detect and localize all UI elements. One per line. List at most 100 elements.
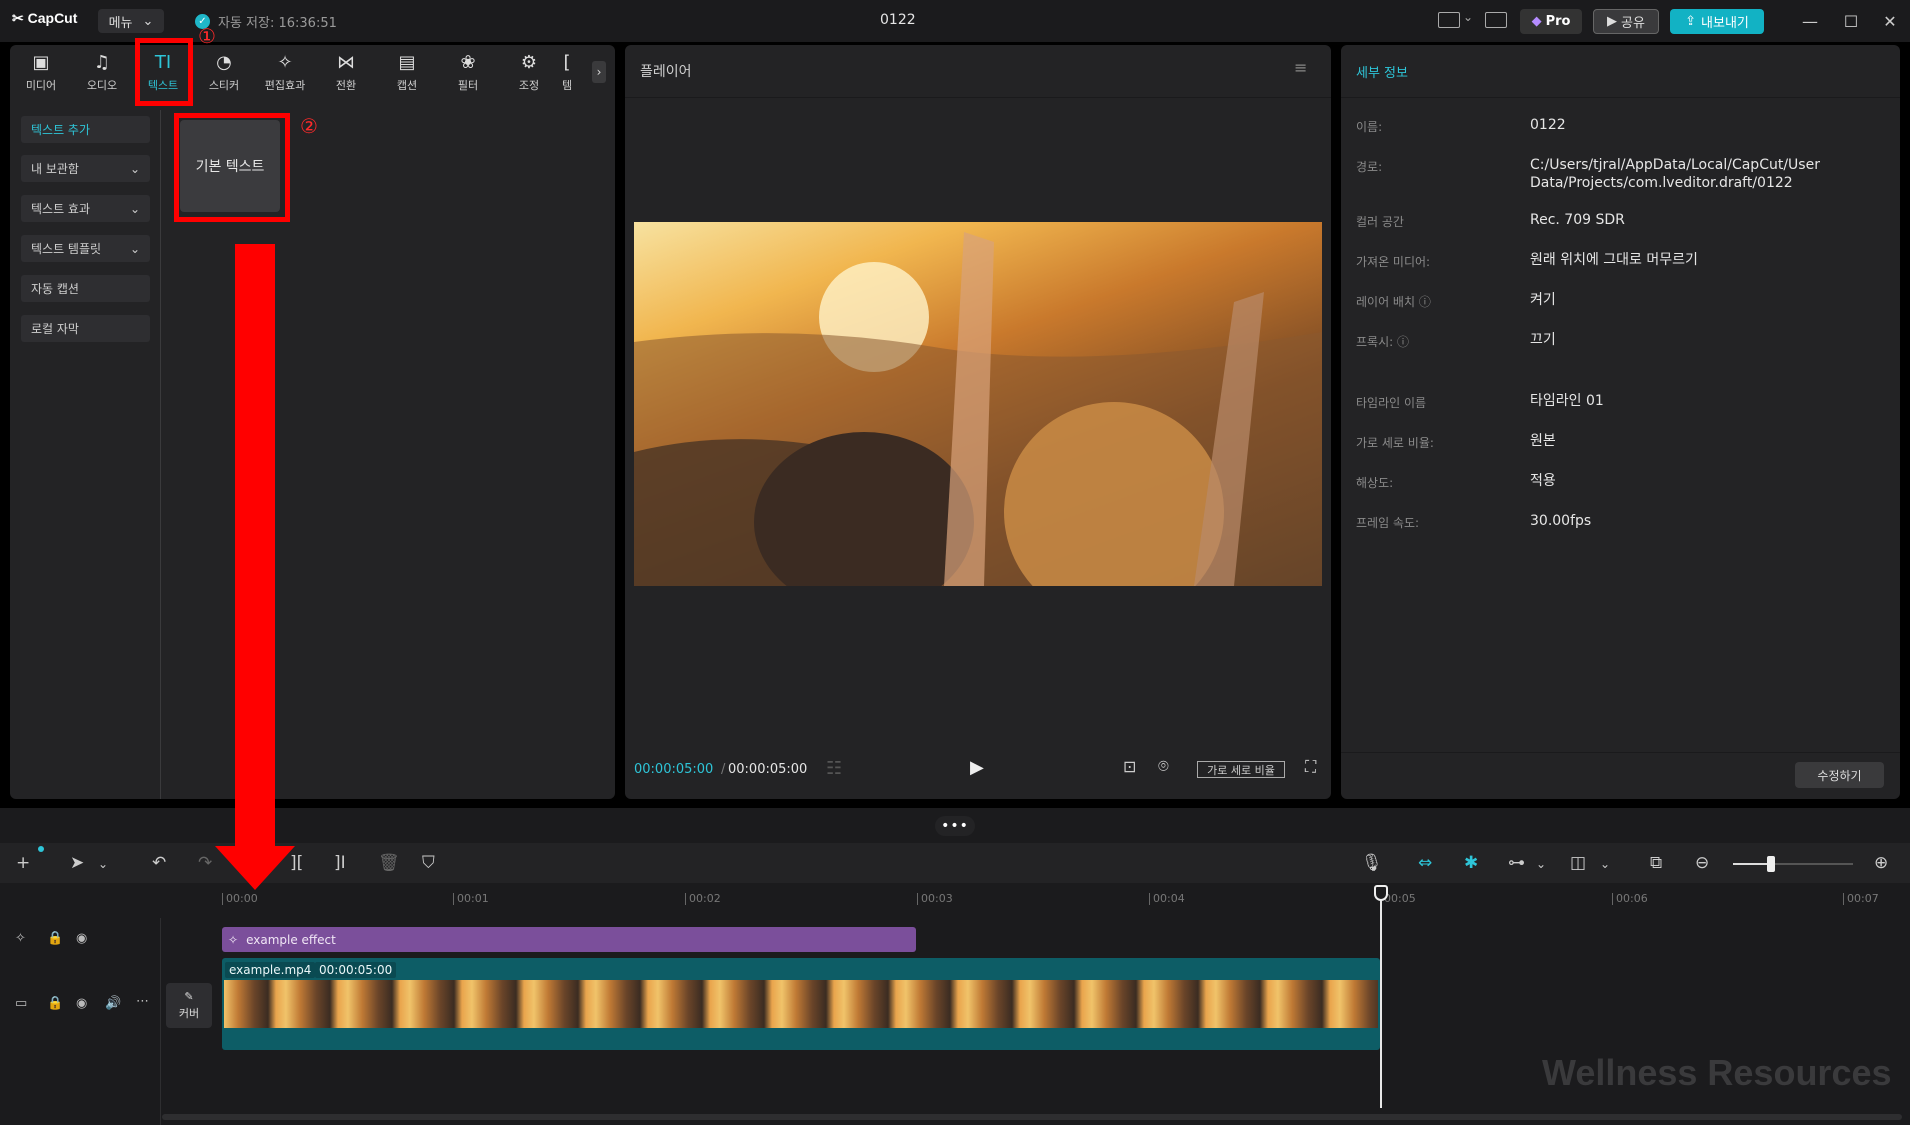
chevron-down-icon: ⌄ (129, 201, 140, 216)
share-label: 공유 (1621, 16, 1645, 31)
main-track-magnet-icon[interactable]: ⇔ (1418, 853, 1432, 873)
effects-icon: ✧ (277, 52, 293, 73)
volume-icon[interactable]: 🔊 (105, 996, 121, 1011)
zoom-in-icon[interactable]: ⊕ (1874, 853, 1888, 873)
menu-label: 메뉴 (108, 15, 133, 31)
detail-value: Rec. 709 SDR (1530, 212, 1625, 228)
chevron-down-icon[interactable]: ⌄ (1463, 10, 1473, 24)
detail-value: 끄기 (1530, 332, 1556, 348)
screenshot-icon[interactable]: ⌾ (1158, 756, 1169, 777)
eye-icon[interactable]: ◉ (76, 996, 87, 1011)
split-right-icon[interactable]: ]I (334, 853, 346, 873)
autosave-text: 자동 저장: 16:36:51 (218, 16, 337, 31)
tab-filter[interactable]: ❀ 필터 (440, 52, 496, 94)
highlight-basic-text (174, 113, 290, 222)
annotation-arrow-shaft (235, 244, 275, 856)
sidebar-item-my-library[interactable]: 내 보관함 ⌄ (21, 155, 150, 182)
step-2-marker: ② (300, 114, 318, 138)
export-button[interactable]: ⇪ 내보내기 (1670, 9, 1764, 34)
tab-adjust[interactable]: ⚙ 조정 (501, 52, 557, 94)
more-icon[interactable]: ••• (935, 816, 975, 836)
sidebar-item-add-text[interactable]: 텍스트 추가 (21, 116, 150, 143)
modify-button[interactable]: 수정하기 (1795, 762, 1884, 788)
sidebar-item-local-subtitles[interactable]: 로컬 자막 (21, 315, 150, 342)
play-icon[interactable]: ▶ (970, 757, 984, 778)
tab-effects[interactable]: ✧ 편집효과 (257, 52, 313, 94)
select-cursor-icon[interactable]: ➤ (70, 853, 84, 873)
effect-clip[interactable]: ✧ example effect (222, 927, 916, 952)
detail-value: 30.00fps (1530, 513, 1592, 529)
chevron-down-icon: ⌄ (142, 13, 154, 29)
add-icon[interactable]: + (16, 853, 30, 873)
detail-label: 타임라인 이름 (1356, 396, 1427, 410)
chevron-right-icon[interactable]: › (592, 61, 606, 83)
lock-icon[interactable]: 🔒 (47, 931, 63, 946)
chevron-down-icon[interactable]: ⌄ (1536, 857, 1546, 871)
pro-button[interactable]: ◆ Pro (1520, 9, 1582, 34)
sticker-icon: ◔ (216, 52, 232, 73)
step-1-marker: ① (198, 24, 216, 48)
video-track-icon: ▭ (15, 996, 28, 1011)
fullscreen-icon[interactable]: ⛶ (1305, 757, 1316, 777)
keyboard-icon[interactable] (1485, 12, 1507, 28)
detail-label: 프레임 속도: (1356, 516, 1420, 530)
preview-axis-icon[interactable]: ◫ (1570, 853, 1586, 873)
detail-label: 이름: (1356, 120, 1383, 134)
effect-icon: ✧ (228, 932, 239, 947)
playhead-handle[interactable] (1374, 885, 1388, 901)
microphone-icon[interactable]: 🎙 (1361, 853, 1383, 873)
zoom-slider-handle[interactable] (1767, 856, 1775, 872)
video-filmstrip (224, 980, 1378, 1028)
menu-button[interactable]: 메뉴 ⌄ (98, 9, 164, 33)
auto-snap-icon[interactable]: ✱ (1464, 853, 1478, 873)
tab-caption[interactable]: ▤ 캡션 (379, 52, 435, 94)
sidebar-item-label: 텍스트 추가 (31, 123, 91, 137)
minimize-icon[interactable]: — (1797, 8, 1823, 34)
playhead[interactable] (1380, 885, 1382, 1108)
layout-icon[interactable] (1438, 12, 1460, 28)
hamburger-icon[interactable]: ≡ (1294, 58, 1307, 77)
sidebar-item-text-templates[interactable]: 텍스트 템플릿 ⌄ (21, 235, 150, 262)
horizontal-scrollbar[interactable] (162, 1114, 1902, 1120)
cover-button[interactable]: ✎ 커버 (166, 983, 212, 1028)
sidebar-item-label: 자동 캡션 (31, 282, 79, 296)
chevron-down-icon: ⌄ (129, 161, 140, 176)
chevron-down-icon: ⌄ (129, 241, 140, 256)
tab-template[interactable]: [템 (556, 52, 578, 94)
eye-icon[interactable]: ◉ (76, 931, 87, 946)
watermark: Wellness Resources (1542, 1052, 1892, 1093)
tab-transition[interactable]: ⋈ 전환 (318, 52, 374, 94)
tab-audio[interactable]: ♫ 오디오 (74, 52, 130, 94)
maximize-icon[interactable]: ☐ (1838, 8, 1864, 34)
close-icon[interactable]: ✕ (1877, 8, 1903, 34)
detail-value: 원래 위치에 그대로 머무르기 (1530, 252, 1698, 268)
caption-icon: ▤ (398, 52, 416, 73)
marker-icon[interactable]: ⛉ (422, 853, 435, 873)
more-options-icon[interactable]: ⋯ (136, 994, 149, 1009)
tab-sticker[interactable]: ◔ 스티커 (196, 52, 252, 94)
sidebar-item-text-effects[interactable]: 텍스트 효과 ⌄ (21, 195, 150, 222)
undo-icon[interactable]: ↶ (152, 853, 166, 873)
template-icon: [ (563, 52, 571, 73)
delete-icon[interactable]: 🗑 (378, 853, 400, 873)
fit-timeline-icon[interactable]: ⧉ (1650, 853, 1662, 873)
detail-value: 원본 (1530, 433, 1556, 449)
lock-icon[interactable]: 🔒 (47, 996, 63, 1011)
highlight-text-tab (135, 38, 193, 106)
chevron-down-icon[interactable]: ⌄ (1600, 857, 1610, 871)
video-preview[interactable] (634, 222, 1322, 586)
zoom-out-icon[interactable]: ⊖ (1695, 853, 1709, 873)
detail-label: 가로 세로 비율: (1356, 436, 1434, 450)
fit-icon[interactable]: ⊡ (1123, 757, 1136, 776)
detail-value: 타임라인 01 (1530, 393, 1604, 409)
link-icon[interactable]: ⊶ (1508, 853, 1525, 873)
sidebar-item-auto-caption[interactable]: 자동 캡션 (21, 275, 150, 302)
chevron-down-icon[interactable]: ⌄ (98, 857, 108, 871)
grid-icon[interactable]: ☷ (826, 758, 842, 779)
tab-media[interactable]: ▣ 미디어 (13, 52, 69, 94)
cover-label: 커버 (178, 1007, 200, 1020)
redo-icon[interactable]: ↷ (198, 853, 212, 873)
share-button[interactable]: ▶ 공유 (1593, 9, 1659, 34)
aspect-ratio-button[interactable]: 가로 세로 비율 (1197, 761, 1285, 778)
notification-dot (38, 846, 44, 852)
